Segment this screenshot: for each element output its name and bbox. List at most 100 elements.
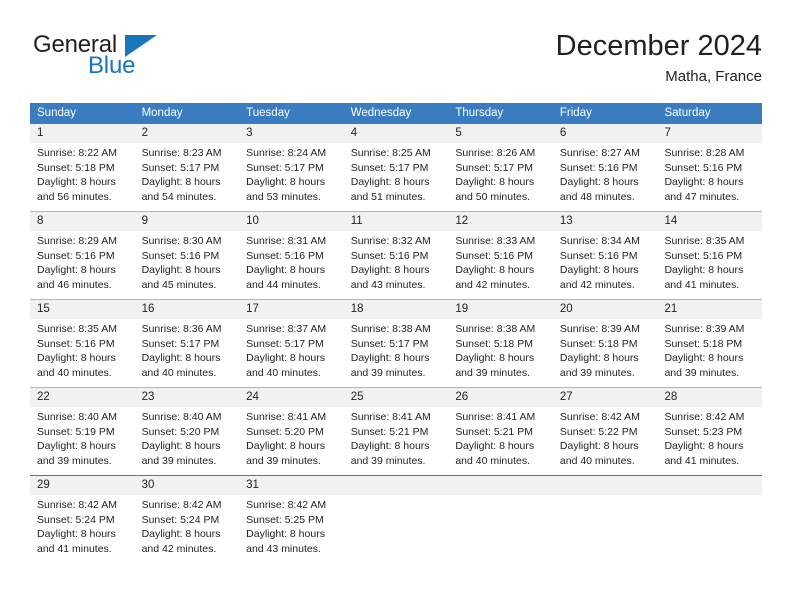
- day-number[interactable]: 27: [553, 388, 658, 407]
- day-number[interactable]: 25: [344, 388, 449, 407]
- day-number[interactable]: 14: [657, 212, 762, 231]
- day-sunrise-text: Sunrise: 8:39 AM: [559, 323, 640, 335]
- day-cell[interactable]: Sunrise: 8:42 AM Sunset: 5:23 PM Daylight:…: [657, 407, 762, 475]
- day-cell[interactable]: Sunrise: 8:42 AM Sunset: 5:24 PM Daylight:…: [30, 495, 135, 563]
- day-cell[interactable]: Sunrise: 8:41 AM Sunset: 5:21 PM Daylight:…: [344, 407, 449, 475]
- day-daylight-text: Daylight: 8 hours: [559, 440, 639, 453]
- day-cell[interactable]: Sunrise: 8:31 AM Sunset: 5:16 PM Daylight:…: [239, 231, 344, 299]
- day-number[interactable]: 31: [239, 476, 344, 495]
- day-number-band: 1234567: [30, 124, 762, 143]
- day-cell[interactable]: Sunrise: 8:41 AM Sunset: 5:20 PM Daylight:…: [239, 407, 344, 475]
- calendar-week-row: 22 23 24 25 26 27 28 Sunrise: 8:40 AM Sunset: 5:…: [30, 387, 762, 475]
- day-sunset-text: Sunset: 5:18 PM: [37, 161, 115, 174]
- day-cell[interactable]: Sunrise: 8:38 AM Sunset: 5:17 PM Daylight:…: [344, 319, 449, 387]
- day-number[interactable]: 16: [135, 300, 240, 319]
- day-cell[interactable]: Sunrise: 8:30 AM Sunset: 5:16 PM Daylight:…: [135, 231, 240, 299]
- day-cell[interactable]: Sunrise: 8:24 AM Sunset: 5:17 PM Daylight:…: [239, 143, 344, 211]
- day-number[interactable]: 7: [657, 124, 762, 143]
- day-sunset-text: Sunset: 5:16 PM: [455, 249, 533, 262]
- day-number[interactable]: 3: [239, 124, 344, 143]
- day-cell[interactable]: Sunrise: 8:40 AM Sunset: 5:20 PM Daylight:…: [135, 407, 240, 475]
- day-sunrise-text: Sunrise: 8:42 AM: [664, 411, 745, 423]
- day-cell[interactable]: Sunrise: 8:25 AM Sunset: 5:17 PM Daylight:…: [344, 143, 449, 211]
- day-daylight-text: and 39 minutes.: [350, 366, 426, 379]
- day-daylight-text: and 53 minutes.: [246, 190, 321, 203]
- day-cell[interactable]: Sunrise: 8:38 AM Sunset: 5:18 PM Daylight:…: [448, 319, 553, 387]
- day-sunset-text: Sunset: 5:17 PM: [350, 337, 429, 350]
- day-daylight-text: and 44 minutes.: [246, 278, 321, 291]
- day-cell[interactable]: Sunrise: 8:23 AM Sunset: 5:17 PM Daylight:…: [135, 143, 240, 211]
- day-daylight-text: and 50 minutes.: [455, 190, 531, 203]
- calendar-weeks: 1 2 3 4 5 6 7 Sunrise: 8:22 AM Sunset: 5:18 PM Da…: [30, 124, 762, 563]
- day-cell[interactable]: Sunrise: 8:22 AM Sunset: 5:18 PM Daylight:…: [30, 143, 135, 211]
- day-sunset-text: Sunset: 5:23 PM: [664, 425, 743, 438]
- day-cell[interactable]: Sunrise: 8:27 AM Sunset: 5:16 PM Daylight:…: [553, 143, 658, 211]
- day-number[interactable]: 11: [344, 212, 449, 231]
- day-cell[interactable]: Sunrise: 8:39 AM Sunset: 5:18 PM Daylight:…: [657, 319, 762, 387]
- day-sunrise-text: Sunrise: 8:27 AM: [559, 147, 640, 159]
- day-number[interactable]: 19: [448, 300, 553, 319]
- day-cell[interactable]: Sunrise: 8:42 AM Sunset: 5:25 PM Daylight:…: [239, 495, 344, 563]
- day-sunrise-text: Sunrise: 8:25 AM: [350, 147, 431, 159]
- day-number[interactable]: 30: [135, 476, 240, 495]
- day-number[interactable]: 2: [135, 124, 240, 143]
- day-number[interactable]: 8: [30, 212, 135, 231]
- day-number[interactable]: 28: [657, 388, 762, 407]
- day-cell[interactable]: Sunrise: 8:42 AM Sunset: 5:24 PM Daylight:…: [135, 495, 240, 563]
- day-sunrise-text: Sunrise: 8:38 AM: [455, 323, 536, 335]
- day-number[interactable]: 15: [30, 300, 135, 319]
- day-number[interactable]: 1: [30, 124, 135, 143]
- day-number[interactable]: 12: [448, 212, 553, 231]
- day-number-empty: [657, 476, 762, 495]
- day-number[interactable]: 6: [553, 124, 658, 143]
- calendar-week-row: 15 16 17 18 19 20 21 Sunrise: 8:35 AM Sunset: 5:…: [30, 299, 762, 387]
- day-cell[interactable]: Sunrise: 8:26 AM Sunset: 5:17 PM Daylight:…: [448, 143, 553, 211]
- day-number[interactable]: 17: [239, 300, 344, 319]
- day-number[interactable]: 20: [553, 300, 658, 319]
- day-number[interactable]: 13: [553, 212, 658, 231]
- day-number[interactable]: 29: [30, 476, 135, 495]
- day-cell[interactable]: Sunrise: 8:28 AM Sunset: 5:16 PM Daylight:…: [657, 143, 762, 211]
- day-daylight-text: and 41 minutes.: [37, 542, 112, 555]
- calendar-week-row: 8 9 10 11 12 13 14 Sunrise: 8:29 AM Sunset: 5:16…: [30, 211, 762, 299]
- day-daylight-text: and 40 minutes.: [141, 366, 217, 379]
- day-number[interactable]: 21: [657, 300, 762, 319]
- day-number[interactable]: 26: [448, 388, 553, 407]
- day-sunrise-text: Sunrise: 8:40 AM: [37, 411, 117, 423]
- day-sunrise-text: Sunrise: 8:30 AM: [141, 235, 222, 247]
- day-number[interactable]: 22: [30, 388, 135, 407]
- title-block: December 2024 Matha, France: [556, 28, 762, 88]
- day-cell[interactable]: Sunrise: 8:39 AM Sunset: 5:18 PM Daylight:…: [553, 319, 658, 387]
- day-sunset-text: Sunset: 5:17 PM: [246, 161, 324, 174]
- day-cell[interactable]: Sunrise: 8:35 AM Sunset: 5:16 PM Daylight:…: [657, 231, 762, 299]
- day-daylight-text: Daylight: 8 hours: [664, 176, 744, 189]
- day-daylight-text: Daylight: 8 hours: [141, 176, 221, 189]
- day-number[interactable]: 18: [344, 300, 449, 319]
- day-cell[interactable]: Sunrise: 8:36 AM Sunset: 5:17 PM Daylight:…: [135, 319, 240, 387]
- day-sunrise-text: Sunrise: 8:29 AM: [37, 235, 117, 247]
- day-daylight-text: and 40 minutes.: [455, 454, 531, 467]
- day-cell[interactable]: Sunrise: 8:35 AM Sunset: 5:16 PM Daylight:…: [30, 319, 135, 387]
- day-cell[interactable]: Sunrise: 8:41 AM Sunset: 5:21 PM Daylight:…: [448, 407, 553, 475]
- day-daylight-text: and 46 minutes.: [37, 278, 112, 291]
- day-number[interactable]: 4: [344, 124, 449, 143]
- day-number[interactable]: 10: [239, 212, 344, 231]
- day-number[interactable]: 5: [448, 124, 553, 143]
- day-number[interactable]: 23: [135, 388, 240, 407]
- day-number[interactable]: 9: [135, 212, 240, 231]
- day-cell[interactable]: Sunrise: 8:40 AM Sunset: 5:19 PM Daylight:…: [30, 407, 135, 475]
- day-cell[interactable]: Sunrise: 8:33 AM Sunset: 5:16 PM Daylight:…: [448, 231, 553, 299]
- day-daylight-text: Daylight: 8 hours: [141, 352, 221, 365]
- day-sunset-text: Sunset: 5:21 PM: [455, 425, 533, 438]
- day-sunset-text: Sunset: 5:24 PM: [141, 513, 220, 526]
- day-cell[interactable]: Sunrise: 8:37 AM Sunset: 5:17 PM Daylight:…: [239, 319, 344, 387]
- calendar-week-row: 29 30 31 Sunrise: 8:42 AM Sunset: 5:24 PM Day…: [30, 475, 762, 563]
- day-cell[interactable]: Sunrise: 8:32 AM Sunset: 5:16 PM Daylight:…: [344, 231, 449, 299]
- day-cell[interactable]: Sunrise: 8:34 AM Sunset: 5:16 PM Daylight:…: [553, 231, 658, 299]
- day-cell[interactable]: Sunrise: 8:29 AM Sunset: 5:16 PM Daylight:…: [30, 231, 135, 299]
- day-number[interactable]: 24: [239, 388, 344, 407]
- day-daylight-text: Daylight: 8 hours: [246, 528, 325, 541]
- day-daylight-text: Daylight: 8 hours: [455, 176, 535, 189]
- day-cell[interactable]: Sunrise: 8:42 AM Sunset: 5:22 PM Daylight:…: [553, 407, 658, 475]
- brand-logo[interactable]: General Blue: [30, 32, 250, 90]
